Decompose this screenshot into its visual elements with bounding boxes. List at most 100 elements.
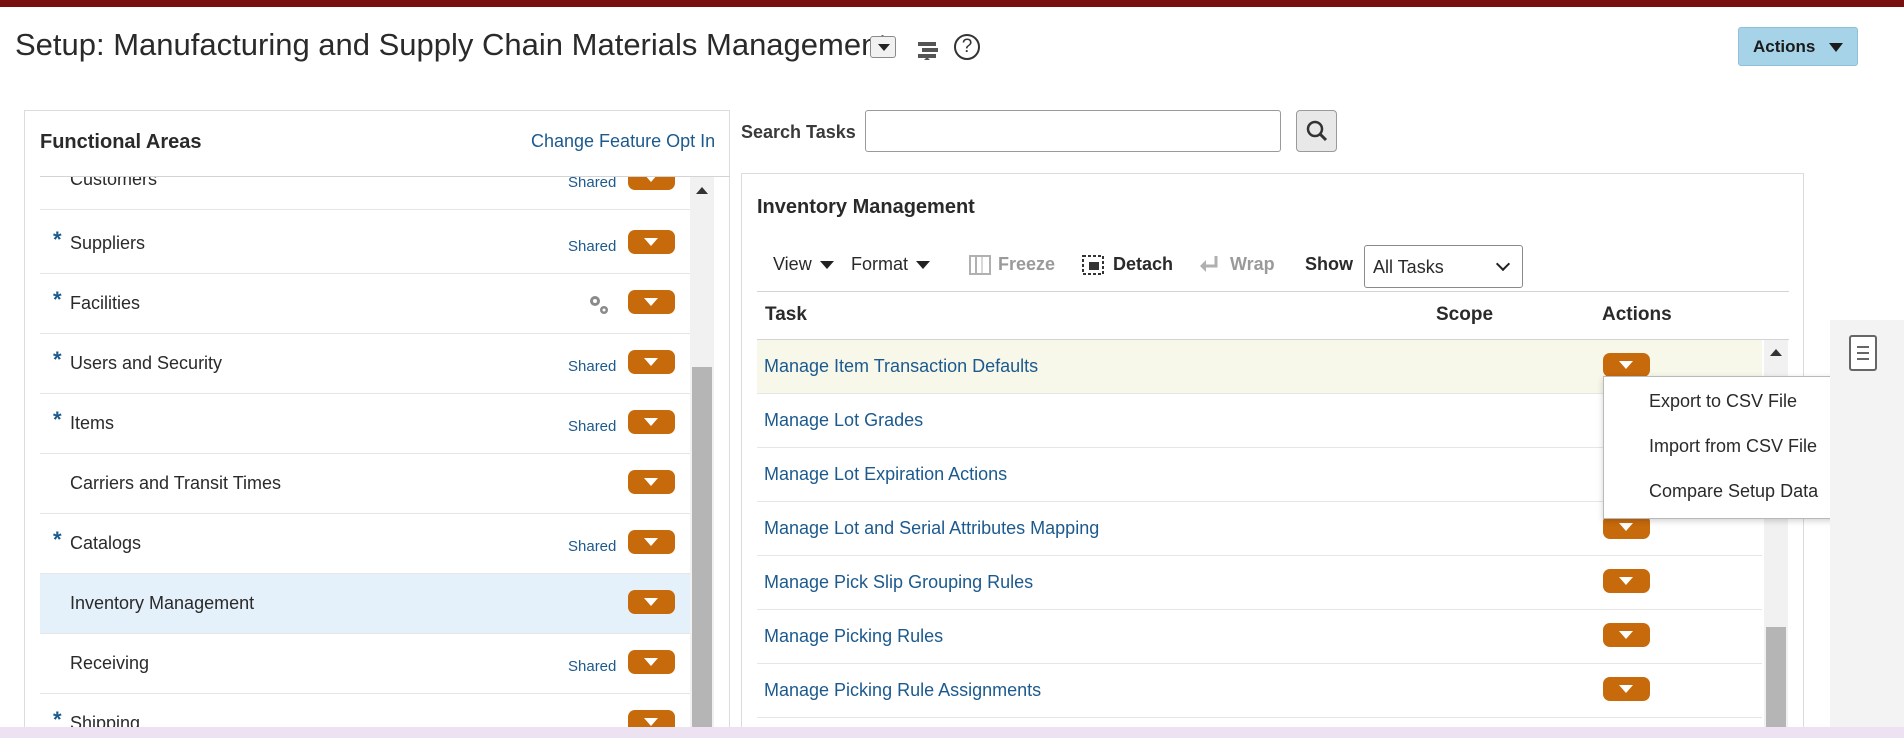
tasks-panel-title: Inventory Management: [757, 196, 975, 218]
required-marker: *: [53, 707, 62, 727]
show-select-value: All Tasks: [1373, 257, 1444, 277]
functional-area-actions-button[interactable]: [628, 710, 675, 727]
search-tasks-input[interactable]: [865, 110, 1281, 152]
functional-area-label: Users and Security: [70, 353, 223, 373]
wrap-icon: [1200, 256, 1218, 272]
task-actions-button[interactable]: [1603, 353, 1650, 377]
shared-link[interactable]: Shared: [568, 177, 616, 191]
actions-menu-button[interactable]: Actions: [1738, 27, 1858, 66]
functional-area-actions-button[interactable]: [628, 590, 675, 614]
functional-area-actions-button[interactable]: [628, 650, 675, 674]
scroll-up-icon[interactable]: [696, 187, 708, 194]
functional-area-actions-button[interactable]: [628, 230, 675, 254]
functional-area-item[interactable]: * Suppliers Shared: [40, 214, 690, 274]
task-link[interactable]: Manage Lot Grades: [764, 410, 923, 431]
gear-icon[interactable]: [586, 292, 612, 318]
search-button[interactable]: [1296, 110, 1337, 152]
functional-area-label: Catalogs: [70, 533, 142, 553]
menu-item-compare-setup-data[interactable]: Compare Setup Data: [1649, 481, 1818, 502]
task-link[interactable]: Manage Item Transaction Defaults: [764, 356, 1038, 377]
functional-area-item[interactable]: * Items Shared: [40, 394, 690, 454]
functional-area-item[interactable]: Inventory Management: [40, 574, 690, 634]
change-feature-opt-in-link[interactable]: Change Feature Opt In: [531, 131, 715, 152]
required-marker: *: [53, 347, 62, 372]
task-link[interactable]: Manage Lot Expiration Actions: [764, 464, 1007, 485]
show-select[interactable]: All Tasks: [1364, 245, 1523, 288]
required-marker: *: [53, 527, 62, 552]
task-link[interactable]: Manage Pick Slip Grouping Rules: [764, 572, 1033, 593]
document-icon[interactable]: [1849, 335, 1877, 371]
freeze-button[interactable]: Freeze: [998, 254, 1055, 275]
view-menu-label: View: [773, 254, 812, 274]
menu-item-import-csv[interactable]: Import from CSV File: [1649, 436, 1817, 457]
functional-area-actions-button[interactable]: [628, 350, 675, 374]
functional-area-item[interactable]: * Catalogs Shared: [40, 514, 690, 574]
menu-item-export-csv[interactable]: Export to CSV File: [1649, 391, 1797, 412]
functional-area-label: Receiving: [70, 653, 150, 673]
functional-area-label: Items: [70, 413, 115, 433]
chevron-down-icon: [916, 261, 931, 270]
format-menu-label: Format: [851, 254, 909, 274]
column-header-task[interactable]: Task: [765, 304, 807, 326]
table-row[interactable]: Manage Pick Slip Grouping Rules: [757, 556, 1762, 610]
chevron-down-icon: [1495, 256, 1511, 272]
task-link[interactable]: Manage Lot and Serial Attributes Mapping: [764, 518, 1099, 539]
functional-area-item[interactable]: Receiving Shared: [40, 634, 690, 694]
functional-area-label: Inventory Management: [70, 593, 255, 613]
page-title: Setup: Manufacturing and Supply Chain Ma…: [15, 27, 887, 62]
functional-area-item[interactable]: * Facilities: [40, 274, 690, 334]
required-marker: *: [53, 227, 62, 252]
table-row[interactable]: Manage Picking Rules: [757, 610, 1762, 664]
table-row[interactable]: Manage Picking Rule Assignments: [757, 664, 1762, 718]
task-actions-button[interactable]: [1603, 569, 1650, 593]
actions-menu-label: Actions: [1753, 37, 1816, 56]
shared-link[interactable]: Shared: [568, 238, 616, 255]
view-menu[interactable]: View: [773, 254, 834, 275]
functional-areas-scrollbar[interactable]: [690, 177, 714, 730]
functional-area-label: Customers: [70, 177, 158, 189]
column-header-actions[interactable]: Actions: [1602, 304, 1672, 326]
task-actions-button[interactable]: [1603, 623, 1650, 647]
detach-icon: [1082, 255, 1104, 275]
task-link[interactable]: Manage Picking Rule Assignments: [764, 680, 1041, 701]
divider: [757, 291, 1789, 292]
sync-icon[interactable]: [916, 40, 940, 62]
shared-link[interactable]: Shared: [568, 418, 616, 435]
scrollbar-thumb[interactable]: [1766, 627, 1786, 738]
functional-areas-list: Customers Shared * Suppliers Shared * Faciliti…: [40, 177, 690, 727]
search-tasks-label: Search Tasks: [741, 122, 856, 142]
shared-link[interactable]: Shared: [568, 658, 616, 675]
status-strip: [0, 727, 1904, 738]
functional-area-item[interactable]: Carriers and Transit Times: [40, 454, 690, 514]
column-header-scope[interactable]: Scope: [1436, 304, 1493, 326]
functional-area-actions-button[interactable]: [628, 530, 675, 554]
functional-area-item[interactable]: Customers Shared: [40, 177, 690, 210]
functional-area-actions-button[interactable]: [628, 410, 675, 434]
functional-area-label: Facilities: [70, 293, 141, 313]
functional-area-actions-button[interactable]: [628, 470, 675, 494]
scrollbar-thumb[interactable]: [692, 367, 712, 730]
help-icon[interactable]: ?: [954, 34, 980, 60]
format-menu[interactable]: Format: [851, 254, 931, 275]
required-marker: *: [53, 287, 62, 312]
functional-area-actions-button[interactable]: [628, 290, 675, 314]
wrap-button[interactable]: Wrap: [1230, 254, 1275, 275]
functional-area-item[interactable]: * Shipping: [40, 694, 690, 727]
functional-area-actions-button[interactable]: [628, 177, 675, 190]
brand-bar: [0, 0, 1904, 7]
task-link[interactable]: Manage Picking Rules: [764, 626, 943, 647]
scroll-up-icon[interactable]: [1770, 349, 1782, 356]
task-actions-button[interactable]: [1603, 677, 1650, 701]
side-panel: [1830, 320, 1904, 738]
chevron-down-icon: [819, 261, 834, 270]
functional-area-label: Shipping: [70, 713, 141, 727]
detach-button[interactable]: Detach: [1113, 254, 1173, 275]
chevron-down-icon: [1829, 43, 1843, 52]
functional-areas-title: Functional Areas: [40, 131, 202, 153]
shared-link[interactable]: Shared: [568, 538, 616, 555]
functional-area-item[interactable]: * Users and Security Shared: [40, 334, 690, 394]
title-dropdown-button[interactable]: [870, 36, 896, 58]
required-marker: *: [53, 407, 62, 432]
shared-link[interactable]: Shared: [568, 358, 616, 375]
freeze-icon: [969, 255, 991, 275]
